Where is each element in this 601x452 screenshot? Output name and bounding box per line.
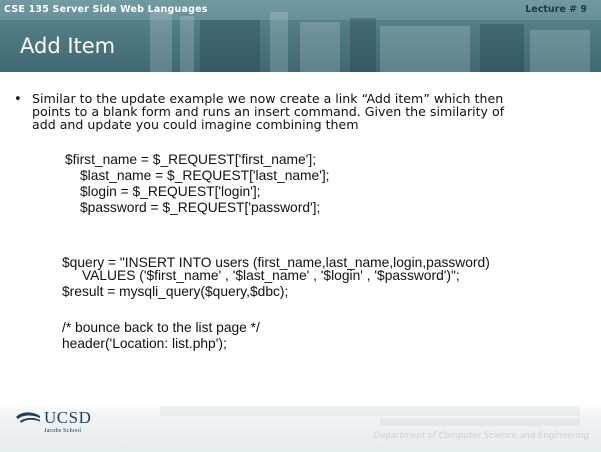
slide-content: • Similar to the update example we now c… (0, 72, 601, 402)
header-building-decoration (300, 22, 340, 72)
code-comment: /* bounce back to the list page */ (62, 320, 260, 335)
header-building-decoration (480, 24, 524, 72)
header-building-decoration (530, 30, 590, 72)
logo-subtitle: Jacobs School (44, 427, 82, 434)
footer-decoration (380, 418, 580, 426)
department-name: Department of Computer Science and Engin… (373, 431, 589, 441)
header-building-decoration (200, 20, 260, 72)
header-building-decoration (380, 26, 470, 72)
slide-title: Add Item (20, 34, 116, 58)
header-building-decoration (350, 18, 376, 72)
bullet-marker: • (14, 92, 22, 107)
trident-icon (16, 412, 40, 423)
bullet-point: • Similar to the update example we now c… (14, 92, 584, 131)
code-line: $password = $_REQUEST['password']; (80, 200, 321, 215)
bullet-line: add and update you could imagine combini… (32, 117, 359, 132)
slide-header: CSE 135 Server Side Web Languages Lectur… (0, 0, 601, 72)
slide: CSE 135 Server Side Web Languages Lectur… (0, 0, 601, 452)
code-line: $first_name = $_REQUEST['first_name']; (65, 152, 317, 167)
lecture-number: Lecture # 9 (525, 4, 587, 15)
code-line: VALUES ('$first_name' , '$last_name' , '… (82, 268, 460, 283)
code-line: $login = $_REQUEST['login']; (80, 184, 261, 199)
course-name: CSE 135 Server Side Web Languages (4, 4, 208, 15)
footer-decoration (160, 406, 580, 416)
logo-text: UCSD (44, 408, 92, 427)
code-line: header('Location: list.php'); (62, 336, 227, 351)
header-building-decoration (150, 10, 172, 72)
bullet-text: Similar to the update example we now cre… (32, 92, 584, 131)
slide-footer: UCSD Jacobs School Department of Compute… (0, 402, 601, 452)
header-building-decoration (180, 16, 194, 72)
code-line: $last_name = $_REQUEST['last_name']; (80, 168, 330, 183)
code-line: $result = mysqli_query($query,$dbc); (62, 284, 289, 299)
header-building-decoration (270, 12, 288, 72)
